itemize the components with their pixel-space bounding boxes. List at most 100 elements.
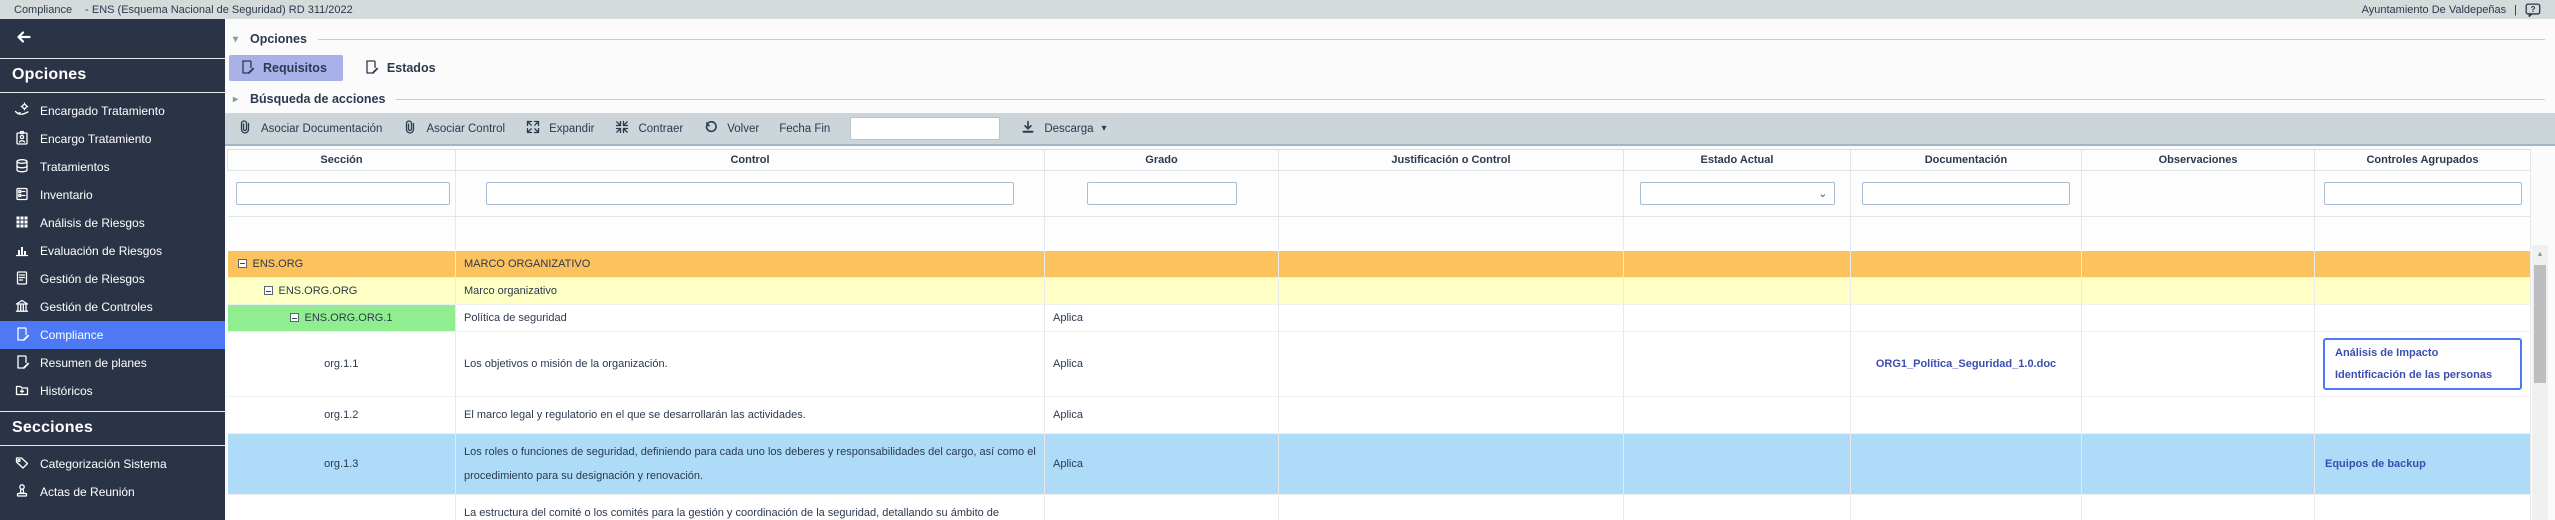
control-agrupado-link[interactable]: Identificación de las personas [2333,364,2512,386]
sidebar-collapse-button[interactable] [0,19,225,59]
descarga-button[interactable]: Descarga ▾ [1020,119,1106,138]
divider [396,99,2545,100]
options-panel-label: Opciones [250,32,307,46]
sidebar-item-analisis-de-riesgos[interactable]: Análisis de Riesgos [0,209,225,237]
seccion-label: ENS.ORG.ORG [279,285,358,297]
documentacion-filter-input[interactable] [1862,182,2070,205]
sidebar-item-historicos[interactable]: Históricos [0,377,225,405]
sidebar-item-encargo-tratamiento[interactable]: Encargo Tratamiento [0,125,225,153]
grid-icon [14,214,30,233]
table-row: org.1.4La estructura del comité o los co… [228,495,2531,520]
sidebar-item-compliance[interactable]: Compliance [0,321,225,349]
collapse-closed-icon: ▸ [233,94,243,105]
column-header-grado: Grado [1045,150,1279,171]
sidebar-item-inventario[interactable]: Inventario [0,181,225,209]
documentacion-cell [1851,251,2082,278]
help-icon[interactable] [2525,3,2541,17]
divider [318,39,2545,40]
fecha-fin-input[interactable] [850,117,1000,140]
documentacion-cell: ORG1_Política_Seguridad_1.0.doc [1851,332,2082,397]
asociar-documentacion-button[interactable]: Asociar Documentación [237,119,382,138]
sidebar-item-actas-de-reunion[interactable]: Actas de Reunión [0,478,225,506]
justificacion-cell [1279,305,1624,332]
topbar: Compliance - ENS (Esquema Nacional de Se… [0,0,2555,19]
grado-cell: Aplica [1045,434,1279,495]
search-panel-label: Búsqueda de acciones [250,92,385,106]
table-row: ENS.ORGMARCO ORGANIZATIVO [228,251,2531,278]
volver-button[interactable]: Volver [703,119,759,138]
button-label: Contraer [638,123,683,135]
table-row: org.1.2 El marco legal y regulatorio en e… [228,397,2531,434]
control-text: Política de seguridad [464,306,1036,330]
seccion-cell: ENS.ORG.ORG.1 [228,305,456,332]
documento-link[interactable]: ORG1_Política_Seguridad_1.0.doc [1859,357,2073,372]
tab-requisitos[interactable]: Requisitos [229,55,343,81]
control-filter-input[interactable] [486,182,1014,205]
expandir-button[interactable]: Expandir [525,119,594,138]
contract-icon [614,119,630,138]
sidebar-item-label: Evaluación de Riesgos [40,244,162,258]
sidebar-item-resumen-de-planes[interactable]: Resumen de planes [0,349,225,377]
tab-label: Requisitos [263,61,327,75]
controles-agrupados-cell [2315,397,2531,434]
asociar-control-button[interactable]: Asociar Control [402,119,505,138]
file-pencil-icon [239,59,255,78]
sidebar-item-tratamientos[interactable]: Tratamientos [0,153,225,181]
sidebar-item-gestion-de-controles[interactable]: Gestión de Controles [0,293,225,321]
scrollbar-thumb[interactable] [2534,265,2546,383]
button-label: Asociar Documentación [261,123,382,135]
collapse-row-icon[interactable] [238,259,247,268]
table-row: ENS.ORG.ORG.1 Política de seguridad Aplica [228,305,2531,332]
control-text: Marco organizativo [464,279,1036,303]
stamp-icon [14,483,30,502]
sidebar-item-gestion-de-riesgos[interactable]: Gestión de Riesgos [0,265,225,293]
documentacion-cell [1851,397,2082,434]
search-panel-header[interactable]: ▸ Búsqueda de acciones [225,89,2555,109]
sidebar-item-label: Inventario [40,188,93,202]
fecha-fin-label: Fecha Fin [779,123,830,135]
sidebar-item-label: Gestión de Riesgos [40,272,145,286]
controles-agrupados-cell [2315,305,2531,332]
documentacion-cell [1851,495,2082,520]
sidebar-item-label: Tratamientos [40,160,110,174]
column-header-controles-agrupados: Controles Agrupados [2315,150,2531,171]
sidebar-item-evaluacion-de-riesgos[interactable]: Evaluación de Riesgos [0,237,225,265]
bar-chart-icon [14,242,30,261]
contraer-button[interactable]: Contraer [614,119,683,138]
estado-actual-filter-select[interactable]: ⌄ [1640,182,1835,205]
column-header-observaciones: Observaciones [2082,150,2315,171]
scroll-up-icon[interactable]: ▴ [2532,245,2548,261]
observaciones-cell [2082,434,2315,495]
controles-agrupados-filter-input[interactable] [2324,182,2522,205]
control-agrupado-link[interactable]: Análisis de Impacto [2333,342,2512,364]
controles-agrupados-cell: Equipos de backup [2315,434,2531,495]
control-agrupado-link[interactable]: Equipos de backup [2323,453,2522,475]
grado-cell: Aplica [1045,305,1279,332]
estado-actual-cell [1624,251,1851,278]
table-row: ENS.ORG.ORG Marco organizativo [228,278,2531,305]
id-badge-icon [14,130,30,149]
seccion-label: org.1.2 [324,409,358,421]
sidebar: OpcionesEncargado TratamientoEncargo Tra… [0,19,225,520]
sidebar-item-encargado-tratamiento[interactable]: Encargado Tratamiento [0,97,225,125]
estado-actual-cell [1624,332,1851,397]
bank-icon [14,298,30,317]
controles-agrupados-box: Análisis de ImpactoIdentificación de las… [2323,338,2522,390]
compliance-table: SecciónControlGradoJustificación o Contr… [227,149,2531,520]
download-icon [1020,119,1036,138]
collapse-row-icon[interactable] [290,313,299,322]
table-scrollbar[interactable]: ▴ [2532,245,2548,520]
seccion-cell: org.1.3 [228,434,456,495]
sidebar-item-label: Resumen de planes [40,356,147,370]
button-label: Volver [727,123,759,135]
justificacion-cell [1279,434,1624,495]
control-text: El marco legal y regulatorio en el que s… [464,403,1036,427]
grado-filter-input[interactable] [1087,182,1237,205]
paperclip-icon [402,119,418,138]
seccion-filter-input[interactable] [236,182,450,205]
org-name: Ayuntamiento De Valdepeñas [2362,4,2507,16]
options-panel-header[interactable]: ▾ Opciones [225,29,2555,49]
sidebar-item-categorizacion-sistema[interactable]: Categorización Sistema [0,450,225,478]
collapse-row-icon[interactable] [264,286,273,295]
tab-estados[interactable]: Estados [353,55,452,81]
